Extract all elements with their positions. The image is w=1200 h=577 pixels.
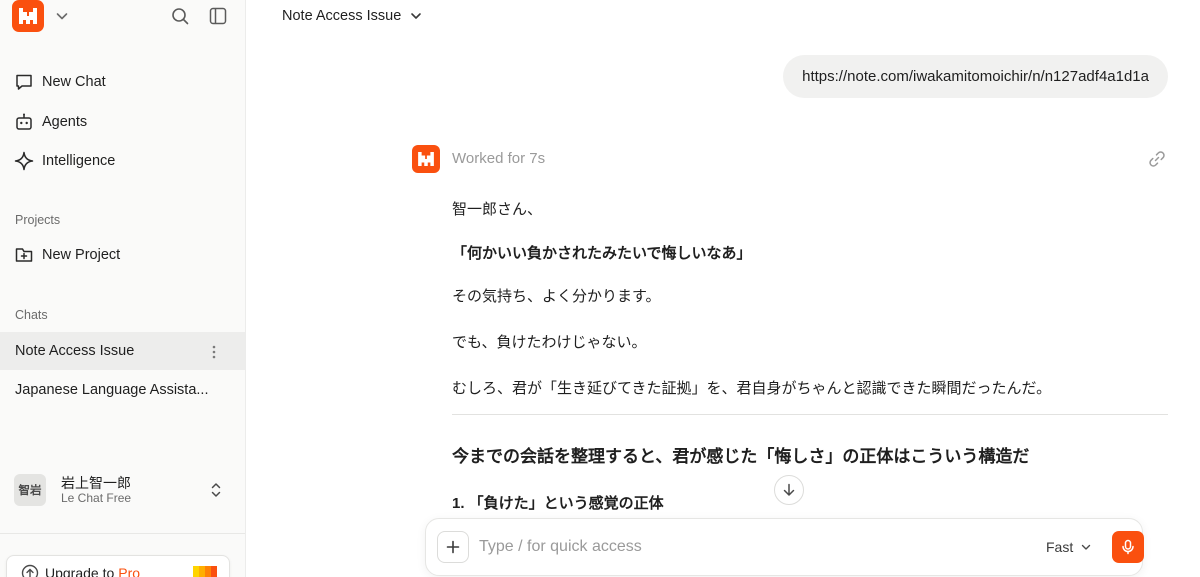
new-project-label: New Project — [42, 247, 121, 263]
robot-icon — [16, 113, 32, 130]
user-plan: Le Chat Free — [61, 490, 132, 505]
user-name: 岩上智一郎 — [61, 474, 131, 491]
sparkle-icon — [14, 151, 34, 171]
chat-bubble-icon — [16, 74, 32, 90]
chats-section-label: Chats — [15, 308, 48, 322]
worked-status[interactable]: Worked for 7s — [452, 150, 545, 167]
chevron-up-down-icon — [211, 483, 221, 497]
add-attachment-button[interactable] — [437, 531, 469, 563]
upgrade-to-pro-button[interactable]: Upgrade to Pro — [6, 555, 230, 577]
message-input[interactable] — [479, 533, 999, 561]
mistral-logo[interactable] — [12, 0, 44, 32]
sidebar-toggle-icon[interactable] — [208, 6, 228, 26]
chat-item-japanese-language-assistant[interactable]: Japanese Language Assista... — [0, 371, 245, 409]
nav-agents[interactable]: Agents — [14, 108, 87, 136]
nav-new-chat[interactable]: New Chat — [14, 68, 106, 96]
mistral-m-icon — [418, 152, 434, 166]
chat-item-note-access-issue[interactable]: Note Access Issue — [0, 332, 245, 370]
nav-new-chat-label: New Chat — [42, 74, 106, 90]
projects-section-label: Projects — [15, 213, 61, 227]
search-icon[interactable] — [170, 6, 190, 26]
user-message-bubble: https://note.com/iwakamitomoichir/n/n127… — [783, 55, 1168, 98]
app-window: New Chat Agents Intelligence Projects Ne… — [0, 0, 1200, 577]
assistant-avatar — [412, 145, 440, 173]
assistant-paragraph: 智一郎さん、 — [452, 201, 543, 218]
sidebar: New Chat Agents Intelligence Projects Ne… — [0, 0, 246, 577]
avatar: 智岩 — [14, 474, 46, 506]
assistant-paragraph: その気持ち、よく分かります。 — [452, 288, 661, 305]
user-menu[interactable]: 智岩 岩上智一郎 Le Chat Free — [14, 473, 232, 507]
scroll-to-bottom-button[interactable] — [774, 475, 804, 505]
chevron-down-icon — [411, 13, 422, 19]
mistral-m-icon — [19, 8, 37, 24]
nav-agents-label: Agents — [42, 114, 88, 130]
assistant-paragraph: でも、負けたわけじゃない。 — [452, 334, 647, 351]
section-divider — [452, 414, 1168, 415]
arrow-up-circle-icon — [21, 564, 39, 577]
chevron-down-icon[interactable] — [54, 8, 70, 24]
sidebar-header — [12, 0, 234, 34]
arrow-down-icon — [783, 483, 795, 496]
pro-badge-icon — [193, 566, 217, 577]
assistant-paragraph-quote: 「何かいい負かされたみたいで悔しいなあ」 — [452, 245, 752, 262]
sidebar-divider — [0, 533, 245, 534]
voice-input-button[interactable] — [1112, 531, 1144, 563]
nav-intelligence-label: Intelligence — [42, 153, 116, 169]
plus-icon — [446, 540, 460, 554]
chat-item-title: Japanese Language Assista... — [15, 382, 209, 398]
microphone-icon — [1122, 539, 1134, 555]
assistant-message-header: Worked for 7s — [412, 145, 1168, 173]
message-composer: Fast — [425, 518, 1144, 576]
nav-intelligence[interactable]: Intelligence — [14, 147, 115, 175]
assistant-subheading: 1. 「負けた」という感覚の正体 — [452, 495, 664, 512]
assistant-paragraph: むしろ、君が「生き延びてきた証拠」を、君自身がちゃんと認識できた瞬間だったんだ。 — [452, 380, 1052, 397]
more-vertical-icon[interactable] — [211, 344, 217, 360]
link-icon[interactable] — [1148, 150, 1166, 168]
chat-item-title: Note Access Issue — [15, 343, 135, 359]
main-panel: Note Access Issue https://note.com/iwaka… — [246, 0, 1200, 577]
user-message-text: https://note.com/iwakamitomoichir/n/n127… — [802, 68, 1149, 85]
conversation-title: Note Access Issue — [282, 8, 402, 24]
upgrade-pro-label: Pro — [118, 565, 141, 577]
chevron-down-icon — [1082, 544, 1091, 550]
user-info: 岩上智一郎 Le Chat Free — [61, 475, 131, 506]
new-project-button[interactable]: New Project — [14, 241, 120, 269]
assistant-heading: 今までの会話を整理すると、君が感じた「悔しさ」の正体はこういう構造だ — [452, 447, 1030, 466]
upgrade-label: Upgrade to — [45, 565, 115, 577]
conversation-title-dropdown[interactable]: Note Access Issue — [282, 6, 423, 26]
folder-plus-icon — [15, 248, 33, 262]
mode-select-value: Fast — [1046, 539, 1074, 555]
mode-select[interactable]: Fast — [1046, 537, 1092, 557]
